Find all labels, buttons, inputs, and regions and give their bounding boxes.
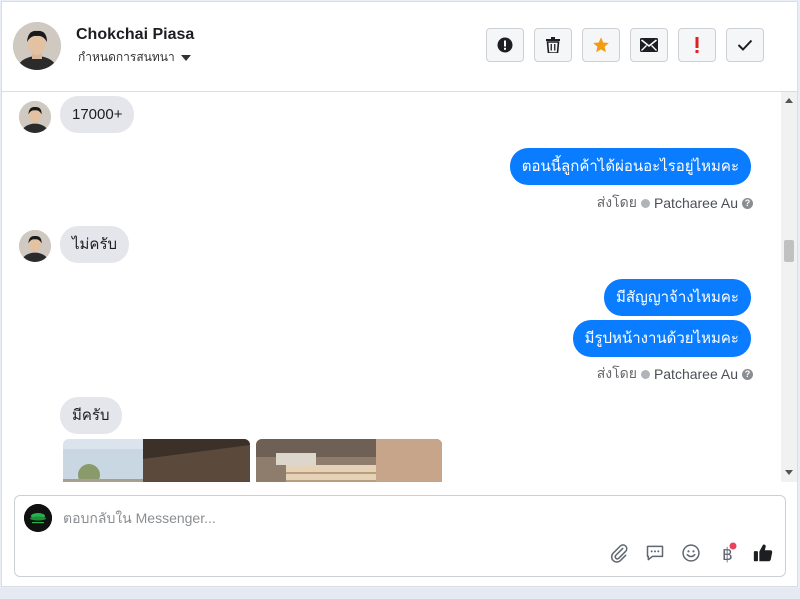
sender-name[interactable]: Patcharee Au (654, 195, 738, 211)
help-icon[interactable]: ? (742, 368, 753, 380)
page-logo (24, 504, 52, 532)
incoming-message[interactable]: มีครับ (60, 397, 122, 434)
star-button[interactable] (582, 28, 620, 62)
incoming-message[interactable]: 17000+ (60, 96, 135, 133)
reply-input[interactable] (63, 510, 563, 526)
baht-icon[interactable]: ฿ (716, 542, 738, 564)
contact-avatar-small (19, 230, 51, 262)
page-bottom-strip (0, 588, 800, 599)
star-icon (593, 37, 609, 53)
scroll-up-arrow-icon[interactable] (785, 98, 793, 103)
page-dot-icon (640, 369, 650, 379)
caret-down-icon (180, 54, 191, 61)
attachment-photo[interactable] (256, 439, 442, 482)
delete-button[interactable] (534, 28, 572, 62)
sent-by-label: ส่งโดย (596, 365, 637, 381)
mark-done-button[interactable] (726, 28, 764, 62)
smiley-icon[interactable] (680, 542, 702, 564)
reply-composer: ฿ (14, 495, 786, 577)
outgoing-message[interactable]: ตอนนี้ลูกค้าได้ผ่อนอะไรอยู่ไหมคะ (509, 148, 751, 185)
contact-avatar-small (19, 101, 51, 133)
outgoing-message[interactable]: มีรูปหน้างานด้วยไหมคะ (572, 320, 751, 357)
envelope-icon (640, 38, 658, 52)
assign-conversation-dropdown[interactable]: กำหนดการสนทนา (78, 48, 191, 67)
follow-up-button[interactable] (678, 28, 716, 62)
checkmark-icon (737, 39, 753, 51)
paperclip-icon[interactable] (608, 542, 630, 564)
conversation-header: Chokchai Piasa กำหนดการสนทนา (2, 2, 797, 92)
trash-icon (546, 37, 560, 53)
thumbs-up-icon[interactable] (752, 542, 774, 564)
scrollbar-thumb[interactable] (784, 240, 794, 262)
alert-circle-icon (497, 37, 513, 53)
chat-bubble-icon[interactable] (644, 542, 666, 564)
contact-avatar[interactable] (13, 22, 61, 70)
help-icon[interactable]: ? (742, 197, 753, 209)
sent-by-label: ส่งโดย (596, 194, 637, 210)
mark-unread-button[interactable] (630, 28, 668, 62)
contact-name[interactable]: Chokchai Piasa (76, 26, 194, 44)
sent-by-info: ส่งโดย Patcharee Au ? (597, 363, 753, 385)
sender-name[interactable]: Patcharee Au (654, 366, 738, 382)
spam-button[interactable] (486, 28, 524, 62)
outgoing-message[interactable]: มีสัญญาจ้างไหมคะ (604, 279, 751, 316)
incoming-message[interactable]: ไม่ครับ (60, 226, 130, 263)
sent-by-info: ส่งโดย Patcharee Au ? (597, 192, 753, 214)
conversation-panel: Chokchai Piasa กำหนดการสนทนา 17000+ ตอนน… (1, 1, 798, 587)
page-dot-icon (640, 198, 650, 208)
attachment-photo[interactable] (63, 439, 250, 482)
assign-label: กำหนดการสนทนา (78, 50, 175, 64)
exclamation-icon (695, 37, 699, 53)
thread-scrollbar[interactable] (781, 92, 797, 482)
message-thread[interactable]: 17000+ ตอนนี้ลูกค้าได้ผ่อนอะไรอยู่ไหมคะ … (2, 92, 781, 482)
scroll-down-arrow-icon[interactable] (785, 470, 793, 475)
